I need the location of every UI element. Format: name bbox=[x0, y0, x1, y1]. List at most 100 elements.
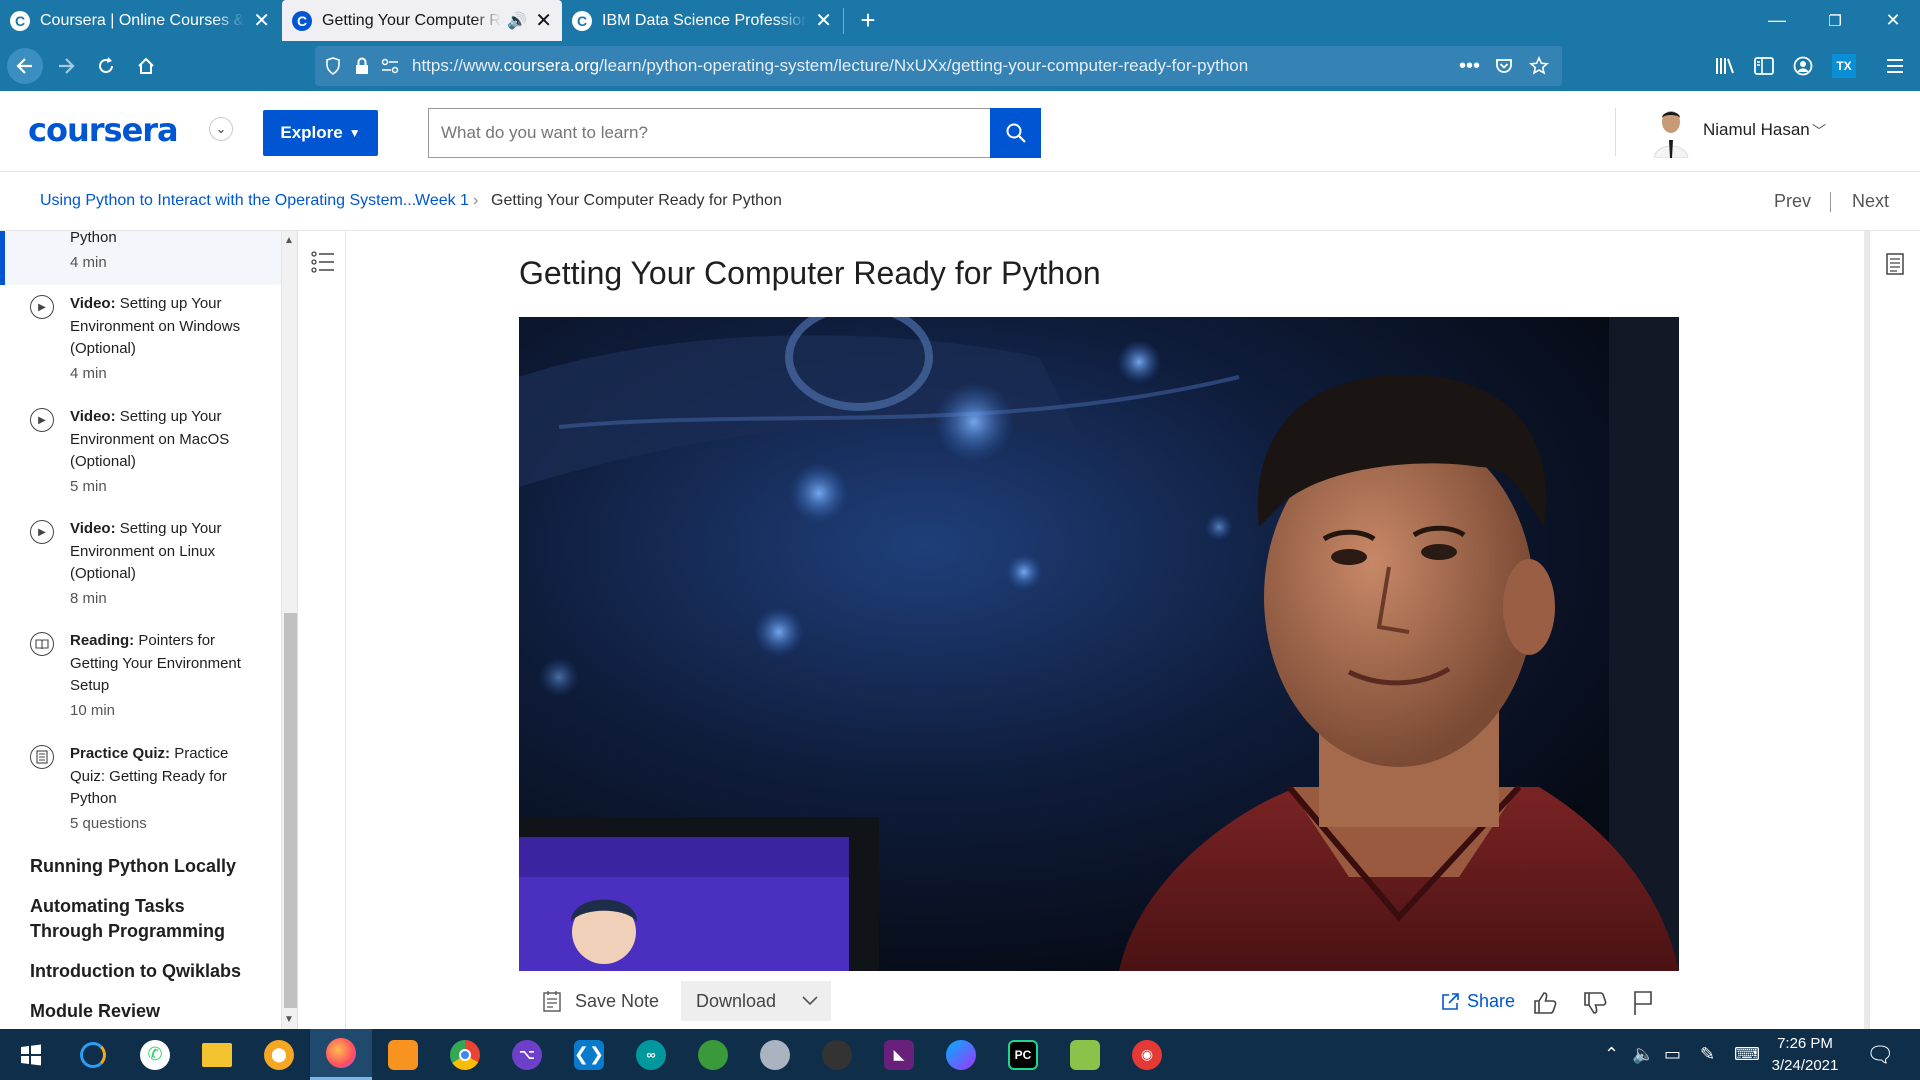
emoji-app-icon[interactable]: ◉ bbox=[1116, 1029, 1178, 1080]
tab-ibm-data-science[interactable]: C IBM Data Science Professional Certific… bbox=[562, 0, 842, 41]
minimize-icon[interactable]: — bbox=[1748, 0, 1806, 41]
tab-coursera-home[interactable]: C Coursera | Online Courses & Credential… bbox=[0, 0, 280, 41]
image-app-icon[interactable] bbox=[1054, 1029, 1116, 1080]
coursera-logo[interactable]: coursera bbox=[28, 111, 179, 149]
close-tab-icon[interactable]: ✕ bbox=[253, 8, 270, 33]
item-title: Practice Quiz: Practice Quiz: Getting Re… bbox=[70, 743, 250, 811]
thumbs-up-icon[interactable] bbox=[1530, 988, 1560, 1018]
forward-arrow-icon[interactable] bbox=[48, 48, 84, 84]
transcript-icon[interactable] bbox=[1886, 253, 1904, 280]
restore-icon[interactable]: ❐ bbox=[1806, 0, 1864, 41]
pycharm-icon[interactable]: PC bbox=[992, 1029, 1054, 1080]
download-button[interactable]: Download bbox=[681, 981, 831, 1021]
sidebar-scrollbar-thumb[interactable] bbox=[284, 613, 297, 1008]
home-icon[interactable] bbox=[128, 48, 164, 84]
outline-toggle-panel bbox=[300, 231, 346, 1029]
list-icon[interactable] bbox=[311, 251, 335, 278]
prev-link[interactable]: Prev bbox=[1774, 191, 1811, 212]
search-button[interactable] bbox=[990, 108, 1041, 158]
user-name[interactable]: Niamul Hasan bbox=[1703, 120, 1810, 140]
url-text[interactable]: https://www.coursera.org/learn/python-op… bbox=[412, 46, 1248, 86]
address-bar[interactable]: https://www.coursera.org/learn/python-op… bbox=[315, 46, 1562, 86]
sidebar-toggle-icon[interactable] bbox=[1746, 41, 1782, 91]
scroll-up-icon[interactable]: ▲ bbox=[284, 235, 294, 246]
sidebar-section-automating-tasks[interactable]: Automating Tasks Through Programming bbox=[30, 894, 260, 944]
breadcrumb-course-link[interactable]: Using Python to Interact with the Operat… bbox=[40, 192, 416, 210]
close-tab-icon[interactable]: ✕ bbox=[535, 8, 552, 33]
scroll-down-icon[interactable]: ▼ bbox=[284, 1014, 294, 1025]
share-button[interactable]: Share bbox=[1441, 991, 1515, 1012]
browser-app-icon[interactable]: ⬤ bbox=[248, 1029, 310, 1080]
pen-icon[interactable]: ✎ bbox=[1700, 1029, 1715, 1080]
vscode-icon[interactable]: ❮❯ bbox=[558, 1029, 620, 1080]
keyboard-icon[interactable]: ⌨ bbox=[1734, 1029, 1760, 1080]
firefox-icon[interactable] bbox=[310, 1029, 372, 1080]
reload-icon[interactable] bbox=[88, 48, 124, 84]
network-icon[interactable]: ▭ bbox=[1664, 1029, 1681, 1080]
item-duration: 5 min bbox=[70, 478, 107, 495]
dish-app-icon[interactable] bbox=[806, 1029, 868, 1080]
tab-getting-ready[interactable]: C Getting Your Computer Ready for Python… bbox=[282, 0, 562, 41]
sidebar-section-qwiklabs[interactable]: Introduction to Qwiklabs bbox=[30, 959, 260, 984]
list-item[interactable]: Python 4 min bbox=[0, 231, 280, 287]
list-item[interactable]: Reading: Pointers for Getting Your Envir… bbox=[0, 630, 280, 740]
explore-button[interactable]: Explore ▼ bbox=[263, 110, 378, 156]
windows-start-icon[interactable] bbox=[0, 1029, 62, 1080]
chevron-down-icon[interactable]: ﹀ bbox=[1812, 121, 1826, 141]
tab-title: Coursera | Online Courses & Credentials bbox=[40, 11, 245, 29]
list-item[interactable]: ▶ Video: Setting up Your Environment on … bbox=[0, 406, 280, 516]
taskbar-clock[interactable]: 7:26 PM 3/24/2021 bbox=[1760, 1033, 1850, 1077]
volume-icon[interactable]: 🔈 bbox=[1632, 1029, 1654, 1080]
chevron-down-icon[interactable]: ⌄ bbox=[209, 117, 233, 141]
whatsapp-icon[interactable]: ✆ bbox=[124, 1029, 186, 1080]
permissions-icon[interactable] bbox=[381, 46, 399, 86]
browser-tab-bar: C Coursera | Online Courses & Credential… bbox=[0, 0, 1920, 41]
notification-icon[interactable]: 🗨 bbox=[1866, 1029, 1894, 1080]
search-app-icon[interactable] bbox=[62, 1029, 124, 1080]
coursera-favicon-icon: C bbox=[10, 10, 30, 31]
account-icon[interactable] bbox=[1785, 41, 1821, 91]
arduino-icon[interactable]: ∞ bbox=[620, 1029, 682, 1080]
item-duration: 4 min bbox=[70, 365, 107, 382]
list-item[interactable]: ▶ Video: Setting up Your Environment on … bbox=[0, 518, 280, 628]
app-orange-icon[interactable] bbox=[372, 1029, 434, 1080]
bookmark-star-icon[interactable] bbox=[1529, 46, 1549, 86]
speaker-icon[interactable]: 🔊 bbox=[507, 11, 527, 31]
menu-hamburger-icon[interactable] bbox=[1877, 41, 1913, 91]
avatar[interactable] bbox=[1648, 106, 1694, 158]
video-player[interactable] bbox=[519, 317, 1679, 971]
lock-icon[interactable] bbox=[355, 46, 369, 86]
thumbs-down-icon[interactable] bbox=[1580, 988, 1610, 1018]
extension-tx-icon[interactable]: TX bbox=[1826, 41, 1862, 91]
new-tab-button[interactable]: + bbox=[848, 0, 888, 41]
pocket-icon[interactable] bbox=[1495, 46, 1513, 86]
chevron-up-icon[interactable]: ⌃ bbox=[1604, 1029, 1619, 1080]
close-window-icon[interactable]: ✕ bbox=[1864, 0, 1920, 41]
search-icon bbox=[1006, 123, 1026, 143]
next-link[interactable]: Next bbox=[1852, 191, 1889, 212]
visual-studio-icon[interactable]: ◣ bbox=[868, 1029, 930, 1080]
list-item[interactable]: ▶ Video: Setting up Your Environment on … bbox=[0, 293, 280, 403]
breadcrumb-week-link[interactable]: Week 1 bbox=[415, 192, 469, 210]
back-arrow-icon[interactable] bbox=[7, 48, 43, 84]
sidebar-section-running-python[interactable]: Running Python Locally bbox=[30, 854, 260, 879]
list-item[interactable]: Practice Quiz: Practice Quiz: Getting Re… bbox=[0, 743, 280, 853]
sidebar-section-module-review[interactable]: Module Review bbox=[30, 999, 260, 1024]
save-note-button[interactable]: Save Note bbox=[543, 985, 659, 1017]
flag-icon[interactable] bbox=[1628, 988, 1658, 1018]
shield-icon[interactable] bbox=[325, 46, 341, 86]
item-title: Python bbox=[70, 231, 117, 246]
messenger-icon[interactable] bbox=[930, 1029, 992, 1080]
page-actions-icon[interactable]: ••• bbox=[1459, 46, 1480, 86]
tab-title: IBM Data Science Professional Certificat… bbox=[602, 11, 808, 29]
play-icon: ▶ bbox=[30, 295, 54, 319]
globe-app-icon[interactable] bbox=[682, 1029, 744, 1080]
chrome-icon[interactable] bbox=[434, 1029, 496, 1080]
file-explorer-icon[interactable] bbox=[186, 1029, 248, 1080]
search-input[interactable]: What do you want to learn? bbox=[428, 108, 990, 158]
item-duration: 8 min bbox=[70, 590, 107, 607]
close-tab-icon[interactable]: ✕ bbox=[815, 8, 832, 33]
satellite-app-icon[interactable] bbox=[744, 1029, 806, 1080]
github-desktop-icon[interactable]: ⌥ bbox=[496, 1029, 558, 1080]
library-icon[interactable] bbox=[1707, 41, 1743, 91]
